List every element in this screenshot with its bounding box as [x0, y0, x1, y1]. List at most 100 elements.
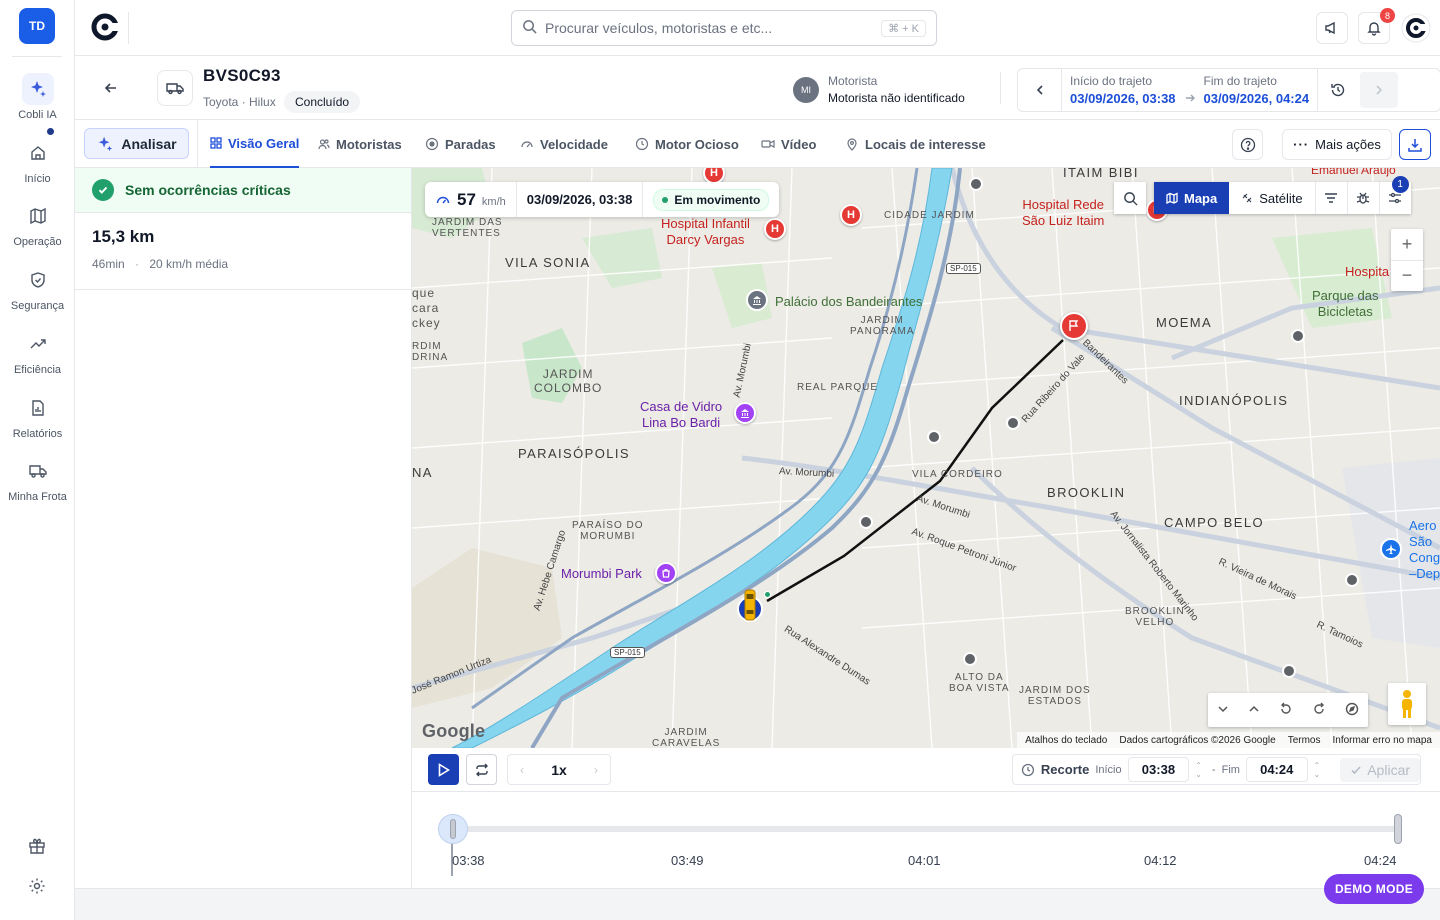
- sidebar-item-minha-frota[interactable]: Minha Frota: [0, 455, 75, 503]
- clip-start-input[interactable]: 03:38: [1127, 757, 1190, 782]
- timeline-end-handle[interactable]: [1394, 814, 1402, 844]
- map-label: JARDIM CARAVELAS: [652, 727, 721, 748]
- transit-stop-icon: [859, 515, 873, 529]
- map-label: BROOKLIN VELHO: [1125, 606, 1185, 628]
- sidebar-divider: [12, 56, 62, 57]
- gift-icon[interactable]: [21, 830, 53, 862]
- home-icon: [22, 137, 54, 169]
- bug-icon: [1356, 192, 1370, 204]
- user-avatar[interactable]: TD: [19, 8, 55, 44]
- more-actions-button[interactable]: ··· Mais ações: [1282, 129, 1392, 160]
- report-icon: [22, 392, 54, 424]
- chevron-down-icon[interactable]: [1217, 703, 1229, 718]
- sidebar-item-eficiencia[interactable]: Eficiência: [0, 328, 75, 376]
- header-divider: [1000, 72, 1001, 104]
- back-button[interactable]: [99, 76, 123, 100]
- previous-trip-button[interactable]: [1018, 69, 1062, 111]
- clip-start-stepper[interactable]: ⌃ ⌄: [1195, 761, 1202, 779]
- museum-icon[interactable]: [734, 402, 756, 424]
- sidebar-item-label: Eficiência: [13, 364, 62, 376]
- keyboard-shortcuts-link[interactable]: Atalhos do teclado: [1025, 735, 1107, 746]
- compass-icon[interactable]: [1345, 702, 1359, 719]
- notifications-button[interactable]: 8: [1358, 8, 1395, 44]
- chevron-left-icon[interactable]: ‹: [520, 763, 524, 777]
- replay-button[interactable]: [466, 754, 497, 785]
- trip-history-button[interactable]: [1317, 69, 1357, 111]
- sidebar-item-inicio[interactable]: Início: [0, 137, 75, 185]
- apply-clip-button[interactable]: Aplicar: [1340, 757, 1421, 782]
- poi-label: Aero São Cong –Dep: [1409, 518, 1440, 581]
- megaphone-icon: [1325, 21, 1335, 35]
- trip-end-flag-icon[interactable]: [1060, 312, 1088, 340]
- timeline-start-handle[interactable]: [438, 814, 468, 844]
- tab-label: Locais de interesse: [865, 136, 986, 152]
- sidebar-item-seguranca[interactable]: Segurança: [0, 264, 75, 312]
- zoom-out-button[interactable]: −: [1391, 261, 1423, 292]
- vehicle-status-dot: [764, 591, 771, 598]
- terms-link[interactable]: Termos: [1288, 735, 1321, 746]
- playback-speed-value: 1x: [551, 761, 567, 778]
- report-error-link[interactable]: Informar erro no mapa: [1333, 735, 1433, 746]
- trip-distance: 15,3 km: [92, 227, 155, 246]
- gear-icon[interactable]: [21, 870, 53, 902]
- playback-speed-selector[interactable]: ‹ 1x ›: [507, 754, 611, 785]
- timestamp-value: 03/09/2026, 03:38: [526, 192, 633, 207]
- zoom-in-button[interactable]: +: [1391, 229, 1423, 261]
- tab-video[interactable]: Vídeo: [761, 120, 816, 168]
- download-button[interactable]: [1399, 129, 1431, 160]
- sidebar-item-operacao[interactable]: Operação: [0, 200, 75, 248]
- analyze-button[interactable]: Analisar: [84, 128, 189, 159]
- chevron-up-icon[interactable]: [1248, 703, 1260, 718]
- rotate-right-icon[interactable]: [1312, 702, 1326, 719]
- cobli-logo[interactable]: [91, 13, 121, 41]
- search-shortcut: ⌘ + K: [881, 19, 926, 37]
- sparkle-icon: [99, 136, 113, 151]
- map-label: REAL PARQUE: [797, 382, 879, 393]
- chevron-right-icon[interactable]: ›: [594, 763, 598, 777]
- landmark-icon[interactable]: [746, 289, 768, 311]
- trip-summary-panel: Sem ocorrências críticas 15,3 km 46min ·…: [75, 168, 412, 888]
- airport-icon[interactable]: [1380, 538, 1402, 560]
- play-icon: [438, 762, 450, 777]
- next-trip-button[interactable]: [1360, 72, 1399, 108]
- map-type-map-button[interactable]: Mapa: [1154, 182, 1230, 214]
- tabs-divider: [197, 120, 198, 168]
- clip-end-input[interactable]: 04:24: [1245, 757, 1308, 782]
- play-button[interactable]: [428, 754, 459, 785]
- vehicle-marker-icon[interactable]: [735, 588, 765, 622]
- account-logo[interactable]: [1401, 13, 1431, 43]
- demo-mode-badge[interactable]: DEMO MODE: [1324, 874, 1424, 904]
- sidebar-item-relatorios[interactable]: Relatórios: [0, 392, 75, 440]
- map-type-map-label: Mapa: [1184, 190, 1218, 206]
- tab-motor-ocioso[interactable]: Motor Ocioso: [635, 120, 739, 168]
- map-traffic-button[interactable]: [1346, 182, 1379, 214]
- zoom-control: + −: [1391, 229, 1423, 291]
- timeline-track[interactable]: [452, 826, 1398, 832]
- sidebar-item-cobli-ia[interactable]: Cobli IA: [0, 73, 75, 121]
- map-layers-button[interactable]: 1: [1378, 176, 1411, 214]
- map-label: JARDIM DAS VERTENTES: [432, 217, 503, 239]
- hospital-icon[interactable]: H: [840, 204, 862, 226]
- street-view-pegman-icon[interactable]: [1388, 683, 1426, 725]
- map-search-button[interactable]: [1114, 182, 1146, 214]
- chevron-right-icon: [1376, 85, 1383, 95]
- map-filter-button[interactable]: [1314, 182, 1347, 214]
- driver-label: Motorista: [828, 74, 878, 88]
- tab-locais-de-interesse[interactable]: Locais de interesse: [845, 120, 986, 168]
- sidebar-item-label: Segurança: [10, 300, 65, 312]
- search-input[interactable]: Procurar veículos, motoristas e etc... ⌘…: [511, 10, 937, 46]
- map-type-satellite-button[interactable]: Satélite: [1229, 182, 1314, 214]
- tab-paradas[interactable]: Paradas: [425, 120, 496, 168]
- announcements-button[interactable]: [1316, 12, 1348, 44]
- tab-motoristas[interactable]: Motoristas: [318, 120, 402, 168]
- shopping-icon[interactable]: [655, 562, 677, 584]
- arrow-right-icon: [1184, 69, 1196, 111]
- rotate-left-icon[interactable]: [1279, 702, 1293, 719]
- tab-visao-geral[interactable]: Visão Geral: [210, 120, 300, 168]
- transit-stop-icon: [1291, 329, 1305, 343]
- clip-end-stepper[interactable]: ⌃ ⌄: [1314, 761, 1321, 779]
- tab-velocidade[interactable]: Velocidade: [520, 120, 608, 168]
- help-button[interactable]: [1232, 129, 1263, 160]
- hospital-icon[interactable]: H: [764, 218, 786, 240]
- trip-map[interactable]: VILA SONIA JARDIM COLOMBO PARAISÓPOLIS M…: [412, 168, 1440, 748]
